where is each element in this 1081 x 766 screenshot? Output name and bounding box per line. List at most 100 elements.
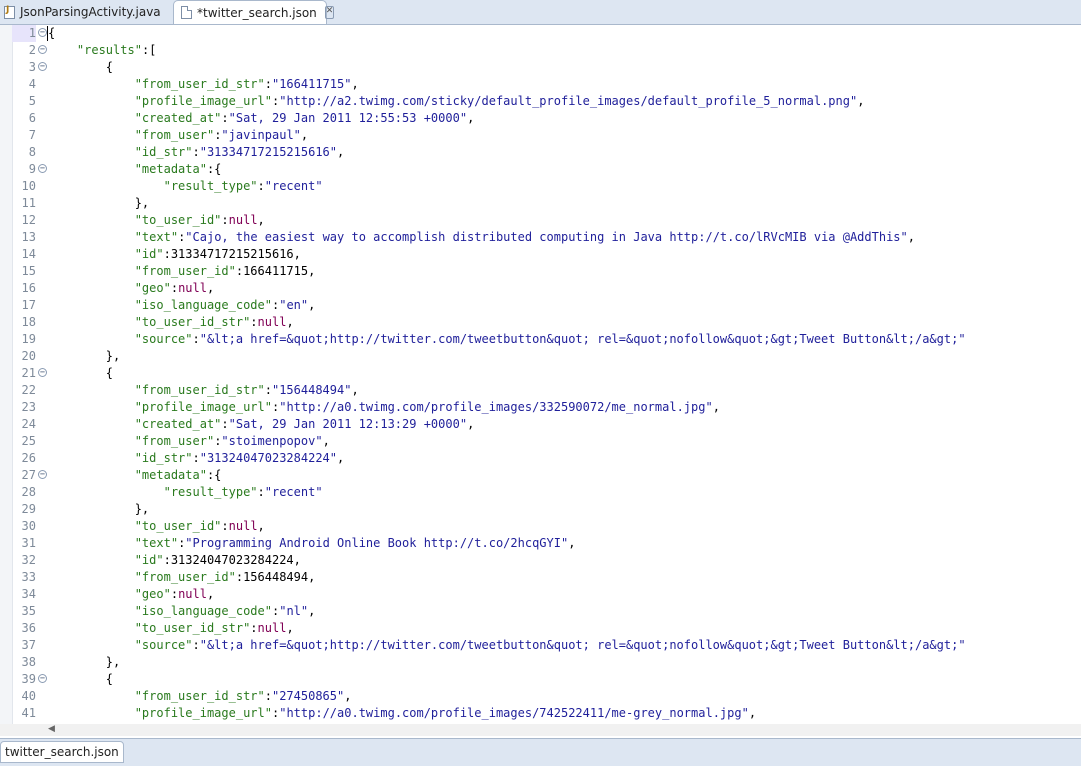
code-line[interactable]: 5 "profile_image_url":"http://a2.twimg.c…: [0, 93, 1081, 110]
code-line[interactable]: 7 "from_user":"javinpaul",: [0, 127, 1081, 144]
code-text: "profile_image_url":"http://a0.twimg.com…: [134, 400, 720, 414]
code-text: "id_str":"31324047023284224",: [134, 451, 345, 465]
line-number: 15: [21, 264, 36, 278]
line-number: 19: [21, 332, 36, 346]
code-line[interactable]: 15 "from_user_id":166411715,: [0, 263, 1081, 280]
code-line[interactable]: 11 },: [0, 195, 1081, 212]
code-line[interactable]: 3− {: [0, 59, 1081, 76]
code-text: "from_user_id_str":"27450865",: [134, 689, 352, 703]
code-line[interactable]: 18 "to_user_id_str":null,: [0, 314, 1081, 331]
fold-collapse-icon[interactable]: −: [38, 45, 47, 54]
fold-collapse-icon[interactable]: −: [38, 164, 47, 173]
code-text: "iso_language_code":"nl",: [134, 604, 316, 618]
code-text: "from_user_id_str":"166411715",: [134, 77, 359, 91]
code-text: "from_user":"javinpaul",: [134, 128, 309, 142]
code-line[interactable]: 27− "metadata":{: [0, 467, 1081, 484]
code-text: "to_user_id_str":null,: [134, 315, 294, 329]
fold-collapse-icon[interactable]: −: [38, 368, 47, 377]
code-line[interactable]: 36 "to_user_id_str":null,: [0, 620, 1081, 637]
line-number: 29: [21, 502, 36, 516]
code-line[interactable]: 28 "result_type":"recent": [0, 484, 1081, 501]
code-line[interactable]: 34 "geo":null,: [0, 586, 1081, 603]
code-line[interactable]: 17 "iso_language_code":"en",: [0, 297, 1081, 314]
code-line[interactable]: 31 "text":"Programming Android Online Bo…: [0, 535, 1081, 552]
line-number: 24: [21, 417, 36, 431]
code-line[interactable]: 25 "from_user":"stoimenpopov",: [0, 433, 1081, 450]
code-line[interactable]: 20 },: [0, 348, 1081, 365]
line-number: 37: [21, 638, 36, 652]
code-line[interactable]: 38 },: [0, 654, 1081, 671]
line-number: 25: [21, 434, 36, 448]
code-line[interactable]: 40 "from_user_id_str":"27450865",: [0, 688, 1081, 705]
code-text: "to_user_id":null,: [134, 519, 265, 533]
code-line[interactable]: 1−{: [0, 25, 1081, 42]
horizontal-scrollbar[interactable]: ◀: [0, 724, 1081, 736]
code-text: "iso_language_code":"en",: [134, 298, 316, 312]
code-text: "to_user_id_str":null,: [134, 621, 294, 635]
code-text: "text":"Cajo, the easiest way to accompl…: [134, 230, 915, 244]
code-editor[interactable]: 1−{2− "results":[3− {4 "from_user_id_str…: [0, 25, 1081, 735]
code-text: },: [48, 196, 150, 210]
code-line[interactable]: 30 "to_user_id":null,: [0, 518, 1081, 535]
fold-collapse-icon[interactable]: −: [38, 674, 47, 683]
bottom-tab-twitter-search-json[interactable]: twitter_search.json: [0, 741, 124, 763]
code-text: {: [48, 366, 114, 380]
code-line[interactable]: 29 },: [0, 501, 1081, 518]
code-line[interactable]: 13 "text":"Cajo, the easiest way to acco…: [0, 229, 1081, 246]
line-number: 28: [21, 485, 36, 499]
line-number: 16: [21, 281, 36, 295]
code-line[interactable]: 33 "from_user_id":156448494,: [0, 569, 1081, 586]
code-text: "created_at":"Sat, 29 Jan 2011 12:55:53 …: [134, 111, 475, 125]
line-number: 5: [28, 94, 36, 108]
code-line[interactable]: 6 "created_at":"Sat, 29 Jan 2011 12:55:5…: [0, 110, 1081, 127]
code-text: "from_user":"stoimenpopov",: [134, 434, 330, 448]
line-number: 39: [21, 672, 36, 686]
code-lines: 1−{2− "results":[3− {4 "from_user_id_str…: [0, 25, 1081, 722]
code-line[interactable]: 2− "results":[: [0, 42, 1081, 59]
scroll-left-icon[interactable]: ◀: [48, 724, 55, 734]
tab-json-parsing-activity[interactable]: JsonParsingActivity.java: [0, 1, 175, 23]
code-line[interactable]: 32 "id":31324047023284224,: [0, 552, 1081, 569]
code-text: "metadata":{: [134, 162, 222, 176]
code-text: "profile_image_url":"http://a0.twimg.com…: [134, 706, 757, 720]
code-line[interactable]: 21− {: [0, 365, 1081, 382]
code-line[interactable]: 35 "iso_language_code":"nl",: [0, 603, 1081, 620]
line-number: 32: [21, 553, 36, 567]
code-text: "from_user_id_str":"156448494",: [134, 383, 359, 397]
fold-collapse-icon[interactable]: −: [38, 470, 47, 479]
code-line[interactable]: 16 "geo":null,: [0, 280, 1081, 297]
line-number: 17: [21, 298, 36, 312]
code-line[interactable]: 22 "from_user_id_str":"156448494",: [0, 382, 1081, 399]
code-line[interactable]: 12 "to_user_id":null,: [0, 212, 1081, 229]
code-line[interactable]: 41 "profile_image_url":"http://a0.twimg.…: [0, 705, 1081, 722]
code-line[interactable]: 8 "id_str":"31334717215215616",: [0, 144, 1081, 161]
tab-twitter-search-json[interactable]: *twitter_search.json ✕: [173, 0, 335, 24]
code-line[interactable]: 4 "from_user_id_str":"166411715",: [0, 76, 1081, 93]
line-number: 3: [28, 60, 36, 74]
code-line[interactable]: 37 "source":"&lt;a href=&quot;http://twi…: [0, 637, 1081, 654]
code-text: "source":"&lt;a href=&quot;http://twitte…: [134, 638, 966, 652]
line-number: 6: [28, 111, 36, 125]
java-file-icon: [4, 5, 15, 19]
code-line[interactable]: 24 "created_at":"Sat, 29 Jan 2011 12:13:…: [0, 416, 1081, 433]
code-line[interactable]: 19 "source":"&lt;a href=&quot;http://twi…: [0, 331, 1081, 348]
tab-label: JsonParsingActivity.java: [20, 5, 161, 19]
code-line[interactable]: 9− "metadata":{: [0, 161, 1081, 178]
code-line[interactable]: 14 "id":31334717215215616,: [0, 246, 1081, 263]
code-line[interactable]: 10 "result_type":"recent": [0, 178, 1081, 195]
line-number: 23: [21, 400, 36, 414]
close-tab-icon[interactable]: ✕: [324, 6, 335, 19]
code-text: "created_at":"Sat, 29 Jan 2011 12:13:29 …: [134, 417, 475, 431]
fold-collapse-icon[interactable]: −: [38, 28, 47, 37]
code-text: "profile_image_url":"http://a2.twimg.com…: [134, 94, 865, 108]
tab-label: *twitter_search.json: [197, 5, 317, 20]
line-number: 22: [21, 383, 36, 397]
line-number: 21: [21, 366, 36, 380]
fold-collapse-icon[interactable]: −: [38, 62, 47, 71]
code-line[interactable]: 26 "id_str":"31324047023284224",: [0, 450, 1081, 467]
code-text: "geo":null,: [134, 587, 215, 601]
code-line[interactable]: 23 "profile_image_url":"http://a0.twimg.…: [0, 399, 1081, 416]
line-number: 13: [21, 230, 36, 244]
code-line[interactable]: 39− {: [0, 671, 1081, 688]
code-text: {: [48, 672, 114, 686]
